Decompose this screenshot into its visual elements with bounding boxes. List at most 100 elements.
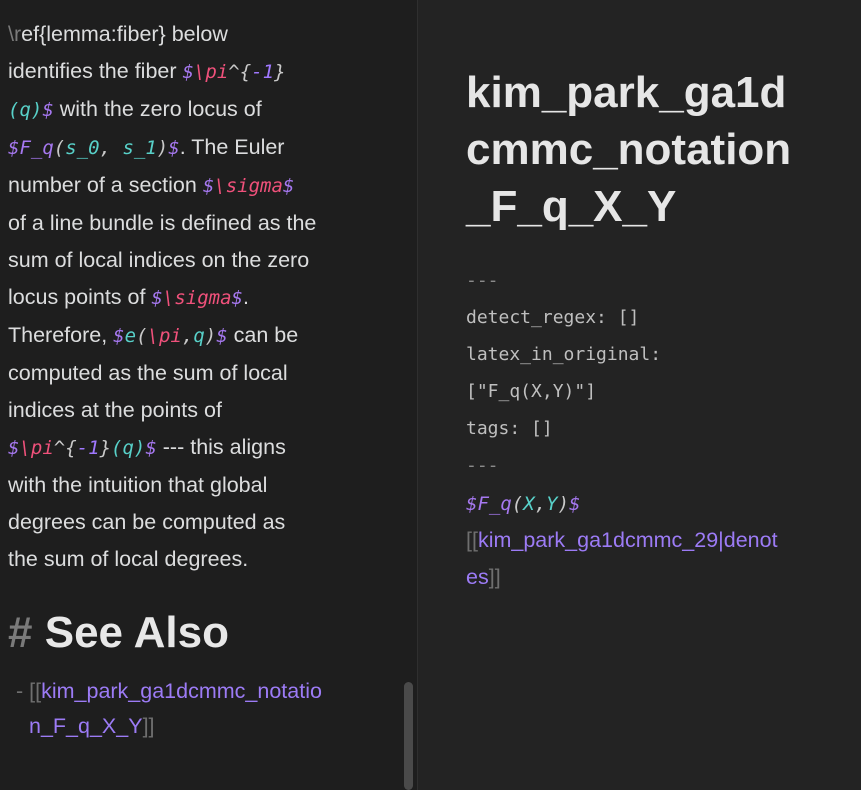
math-punctuation: ) — [156, 137, 169, 159]
title-line: cmmc_notation — [466, 125, 792, 174]
math-delimiter: $ — [182, 61, 194, 83]
math-punctuation: ) — [557, 493, 570, 515]
link-open-brackets: [[ — [466, 528, 478, 552]
text-fragment: . The Euler — [179, 135, 285, 159]
math-variable: (q) — [111, 437, 146, 459]
math-command: \pi — [193, 61, 229, 83]
editor-pane-left[interactable]: \ref{lemma:fiber} below identifies the f… — [0, 0, 417, 790]
math-variable: (q) — [8, 99, 43, 121]
text-fragment: with the zero locus of — [53, 97, 262, 121]
heading-marker: # — [8, 608, 33, 657]
title-line: kim_park_ga1d — [466, 68, 787, 117]
frontmatter-line: tags: [] — [466, 418, 553, 439]
math-punctuation: , — [99, 137, 123, 159]
link-close-brackets: ]] — [488, 565, 501, 589]
preview-pane-right[interactable]: kim_park_ga1d cmmc_notation _F_q_X_Y ---… — [418, 0, 861, 790]
math-variable: e — [124, 325, 137, 347]
math-delimiter: $ — [216, 325, 228, 347]
see-also-link-item[interactable]: - [[kim_park_ga1dcmmc_notatio n_F_q_X_Y]… — [16, 674, 322, 744]
math-delimiter: $ — [569, 493, 581, 515]
text-line: of a line bundle is defined as the — [8, 211, 317, 235]
math-delimiter: $ — [168, 137, 180, 159]
text-fragment: --- this aligns — [156, 435, 286, 459]
math-punctuation: } — [274, 61, 286, 83]
text-line: locus points of $\sigma$. — [8, 279, 368, 317]
math-delimiter: $ — [231, 287, 243, 309]
math-punctuation: ( — [136, 325, 148, 347]
math-delimiter: $ — [202, 175, 215, 197]
math-command: \pi — [19, 437, 54, 459]
frontmatter-delimiter: --- — [466, 455, 499, 476]
frontmatter-line: ["F_q(X,Y)"] — [466, 381, 597, 402]
title-line: _F_q_X_Y — [466, 182, 677, 231]
math-punctuation: ^{ — [228, 61, 252, 83]
math-punctuation: , — [534, 493, 547, 515]
math-number: -1 — [251, 61, 275, 83]
internal-link-text[interactable]: kim_park_ga1dcmmc_notatio — [41, 679, 322, 703]
link-close-brackets: ]] — [142, 714, 155, 738]
math-command: \sigma — [162, 287, 232, 309]
math-delimiter: $ — [42, 99, 54, 121]
math-punctuation: } — [99, 437, 112, 459]
text-fragment: can be — [227, 323, 299, 347]
text-fragment: number of a section — [8, 173, 203, 197]
list-dash: - — [16, 679, 30, 703]
text-line: number of a section $\sigma$ — [8, 167, 368, 205]
link-open-brackets: [[ — [29, 679, 42, 703]
text-line: \ref{lemma:fiber} below — [8, 16, 368, 53]
frontmatter-delimiter: --- — [466, 270, 499, 291]
text-fragment: identifies the fiber — [8, 59, 183, 83]
text-line: with the intuition that global — [8, 473, 268, 497]
text-fragment: locus points of — [8, 285, 152, 309]
note-paragraph[interactable]: \ref{lemma:fiber} below identifies the f… — [8, 16, 368, 578]
math-delimiter: $ — [466, 493, 478, 515]
text-line: the sum of local degrees. — [8, 547, 249, 571]
math-punctuation: ( — [53, 137, 66, 159]
text-fragment: \r — [8, 22, 22, 46]
math-punctuation: , — [181, 325, 194, 347]
math-command: \sigma — [214, 175, 283, 197]
math-delimiter: $ — [151, 287, 163, 309]
math-delimiter: $ — [282, 175, 295, 197]
math-command: \pi — [147, 325, 182, 347]
math-number: -1 — [76, 437, 100, 459]
math-delimiter: $ — [145, 437, 157, 459]
frontmatter-line: latex_in_original: — [466, 344, 662, 365]
frontmatter-line: detect_regex: [] — [466, 307, 640, 328]
text-line: indices at the points of — [8, 398, 222, 422]
math-variable: F_q — [19, 137, 54, 159]
text-fragment: . — [242, 285, 249, 309]
internal-link-text[interactable]: kim_park_ga1dcmmc_29|denot — [478, 528, 778, 552]
text-line: degrees can be computed as — [8, 510, 286, 534]
math-variable: X — [523, 493, 535, 515]
math-punctuation: ( — [511, 493, 524, 515]
text-fragment: ef{lemma:fiber} below — [21, 22, 228, 46]
math-delimiter: $ — [113, 325, 125, 347]
internal-link-text-cont[interactable]: es — [466, 565, 489, 589]
math-variable: Y — [546, 493, 558, 515]
text-line: $\pi^{-1}(q)$ --- this aligns — [8, 429, 368, 467]
math-delimiter: $ — [8, 137, 20, 159]
text-line: identifies the fiber $\pi^{-1} — [8, 53, 368, 91]
note-title: kim_park_ga1d cmmc_notation _F_q_X_Y — [466, 64, 826, 235]
text-line: sum of local indices on the zero — [8, 248, 310, 272]
math-variable: s_0 — [65, 137, 100, 159]
math-punctuation: ) — [204, 325, 217, 347]
text-fragment: Therefore, — [8, 323, 114, 347]
math-variable: s_1 — [122, 137, 157, 159]
scrollbar-thumb[interactable] — [404, 682, 413, 790]
text-line: Therefore, $e(\pi,q)$ can be — [8, 317, 368, 355]
internal-link-text-cont[interactable]: n_F_q_X_Y — [29, 714, 143, 738]
math-variable: F_q — [477, 493, 512, 515]
math-variable: q — [193, 325, 205, 347]
math-expression: $F_q(X,Y)$ — [466, 485, 581, 523]
heading-text: See Also — [44, 608, 229, 657]
text-line: computed as the sum of local — [8, 361, 288, 385]
internal-link[interactable]: [[kim_park_ga1dcmmc_29|denot es]] — [466, 522, 826, 596]
math-delimiter: $ — [8, 437, 20, 459]
text-line: (q)$ with the zero locus of — [8, 91, 368, 129]
text-line: $F_q(s_0, s_1)$. The Euler — [8, 129, 368, 167]
see-also-heading: # See Also — [8, 608, 229, 658]
frontmatter-block: --- detect_regex: [] latex_in_original: … — [466, 262, 661, 484]
math-punctuation: ^{ — [53, 437, 77, 459]
